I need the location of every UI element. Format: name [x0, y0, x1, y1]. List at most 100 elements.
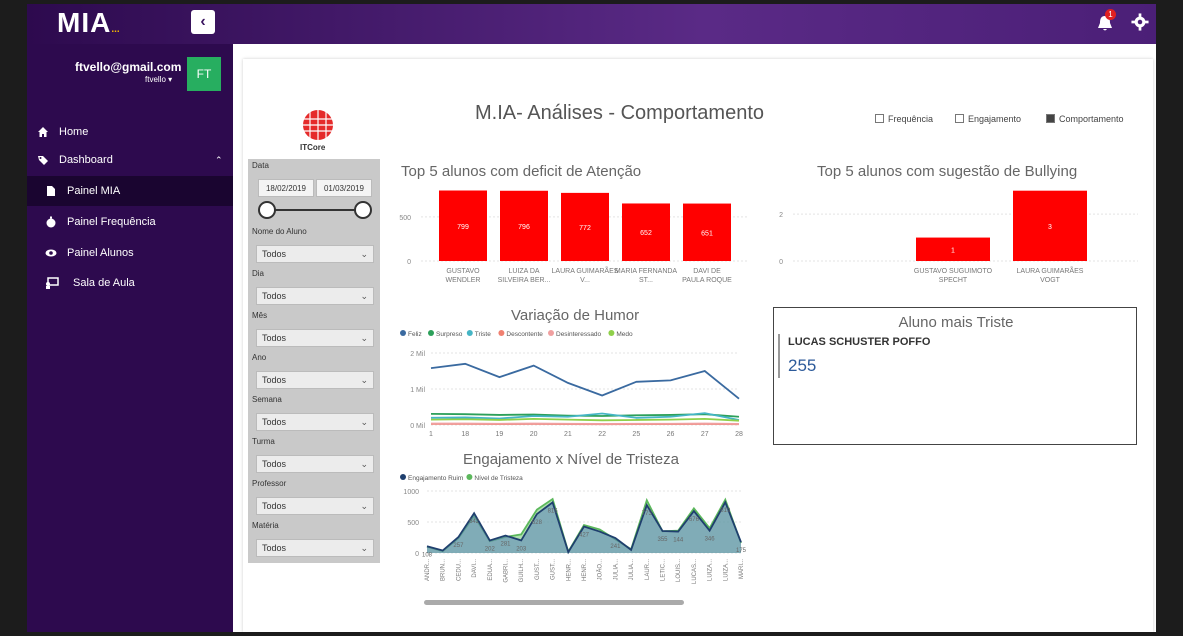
top-bar: MIA... ‹ 1 [27, 4, 1156, 44]
filter-label: Ano [252, 353, 267, 362]
toggle-frequencia[interactable]: Frequência [875, 114, 933, 124]
x-tick-label: HENR... [566, 559, 572, 581]
saddest-student-card: Aluno mais Triste LUCAS SCHUSTER POFFO 2… [773, 307, 1137, 445]
sidebar-item-label: Dashboard [59, 154, 113, 166]
date-to-input[interactable]: 01/03/2019 [316, 179, 372, 197]
chevron-down-icon: ⌄ [360, 333, 368, 343]
data-label: 773 [642, 511, 653, 517]
x-tick-label: ANDR... [425, 559, 431, 581]
y-tick-label: 1 Mil [410, 387, 425, 394]
series-line[interactable] [430, 362, 740, 400]
checkbox [955, 114, 964, 123]
bar-data-label: 652 [640, 230, 652, 237]
legend-label: Nível de Tristeza [474, 475, 523, 482]
toggle-label: Engajamento [968, 114, 1022, 124]
avatar[interactable]: FT [187, 57, 221, 91]
x-tick-label: LAURA GUIMARÃES [1017, 266, 1084, 275]
x-tick-label: DAVI DE [693, 268, 721, 275]
sidebar-item-sala-de-aula[interactable]: Sala de Aula [27, 268, 233, 298]
gear-icon[interactable] [1131, 13, 1149, 31]
filter-select-value: Todos [262, 543, 287, 553]
mood-chart-title: Variação de Humor [511, 307, 640, 324]
x-tick-label: BRUN... [441, 559, 447, 581]
data-label: 819 [720, 508, 731, 514]
date-from-input[interactable]: 18/02/2019 [258, 179, 314, 197]
filter-select-value: Todos [262, 249, 287, 259]
app-window: MIA... ‹ 1 ftvello@gmail.com ftvello ▾ F… [27, 4, 1156, 632]
date-slider-end-handle[interactable] [354, 201, 372, 219]
x-tick-label: 19 [496, 431, 504, 438]
chevron-down-icon: ⌄ [360, 543, 368, 553]
legend-marker [400, 330, 406, 336]
x-tick-label: SPECHT [939, 277, 968, 284]
filter-select[interactable]: Todos ⌄ [256, 245, 374, 263]
toggle-engajamento[interactable]: Engajamento [955, 114, 1021, 124]
sidebar: ftvello@gmail.com ftvello ▾ FT Home Dash… [27, 44, 233, 632]
x-tick-label: MARIA FERNANDA [615, 268, 678, 275]
card-title: Aluno mais Triste [898, 314, 1014, 331]
x-tick-label: 25 [632, 431, 640, 438]
legend-label: Descontente [506, 331, 543, 338]
x-tick-label: SILVEIRA BER... [498, 277, 551, 284]
legend-marker [466, 474, 473, 480]
itcore-brand: ITCore [300, 143, 326, 152]
x-tick-label: 20 [530, 431, 538, 438]
sidebar-item-label: Home [59, 126, 89, 138]
x-tick-label: PAULA ROQUE [682, 277, 732, 284]
filter-label: Turma [252, 437, 275, 446]
date-label: Data [252, 161, 269, 170]
x-tick-label: 21 [564, 431, 572, 438]
attention-chart: 0 500 799 GUSTAVO WENDLER 796 LUIZA DA SILVEIRA… [399, 190, 748, 284]
collapse-sidebar-button[interactable]: ‹ [191, 10, 215, 34]
mood-chart: Feliz Surpreso Triste Descontente Desinteres… [400, 330, 743, 438]
filter-select-value: Todos [262, 375, 287, 385]
chart-horizontal-scrollbar[interactable] [424, 600, 684, 605]
chevron-down-icon: ⌄ [360, 417, 368, 427]
filter-select-value: Todos [262, 333, 287, 343]
filter-select[interactable]: Todos ⌄ [256, 413, 374, 431]
filter-select[interactable]: Todos ⌄ [256, 287, 374, 305]
legend-marker [466, 330, 473, 336]
x-tick-label: VOGT [1040, 277, 1061, 284]
filter-select[interactable]: Todos ⌄ [256, 539, 374, 557]
x-tick-label: LAUR... [645, 559, 651, 580]
data-label: 676 [689, 517, 700, 523]
filter-select[interactable]: Todos ⌄ [256, 371, 374, 389]
date-slider-track[interactable] [266, 209, 364, 211]
y-tick-label: 500 [399, 215, 411, 222]
x-tick-label: CEDU... [456, 559, 462, 581]
legend-label: Surpreso [436, 331, 463, 338]
x-tick-label: JULIA... [613, 559, 619, 581]
sidebar-item-painel-alunos[interactable]: Painel Alunos [27, 238, 233, 268]
sidebar-item-home[interactable]: Home [27, 118, 233, 146]
y-tick-label: 0 Mil [410, 423, 425, 430]
y-tick-label: 0 [779, 259, 783, 266]
x-tick-label: 26 [667, 431, 675, 438]
sidebar-item-painel-frequencia[interactable]: Painel Frequência [27, 207, 233, 237]
x-tick-label: MARI... [739, 559, 745, 579]
bar-data-label: 1 [951, 247, 955, 254]
legend-label: Feliz [408, 331, 422, 338]
app-logo: MIA... [57, 7, 120, 39]
tags-icon [38, 156, 48, 165]
legend-marker [498, 330, 505, 336]
filter-label: Nome do Aluno [252, 227, 307, 236]
filter-select-value: Todos [262, 291, 287, 301]
date-slider-start-handle[interactable] [258, 201, 276, 219]
sidebar-item-dashboard[interactable]: Dashboard ⌃ [27, 146, 233, 174]
filter-select[interactable]: Todos ⌄ [256, 455, 374, 473]
sidebar-item-painel-mia[interactable]: Painel MIA [27, 176, 233, 206]
toggle-comportamento[interactable]: Comportamento [1046, 114, 1124, 124]
user-name-dropdown[interactable]: ftvello ▾ [145, 75, 172, 84]
series-line[interactable] [430, 417, 740, 422]
filter-select[interactable]: Todos ⌄ [256, 329, 374, 347]
toggle-label: Frequência [888, 114, 934, 124]
x-tick-label: LAURA GUIMARÃES [552, 266, 619, 275]
x-tick-label: LUIZA DA [508, 268, 539, 275]
chevron-down-icon: ⌄ [360, 291, 368, 301]
bar-data-label: 796 [518, 224, 530, 231]
filter-select-value: Todos [262, 501, 287, 511]
filter-select[interactable]: Todos ⌄ [256, 497, 374, 515]
legend-label: Engajamento Ruim [408, 475, 463, 482]
chevron-down-icon: ⌄ [360, 375, 368, 385]
